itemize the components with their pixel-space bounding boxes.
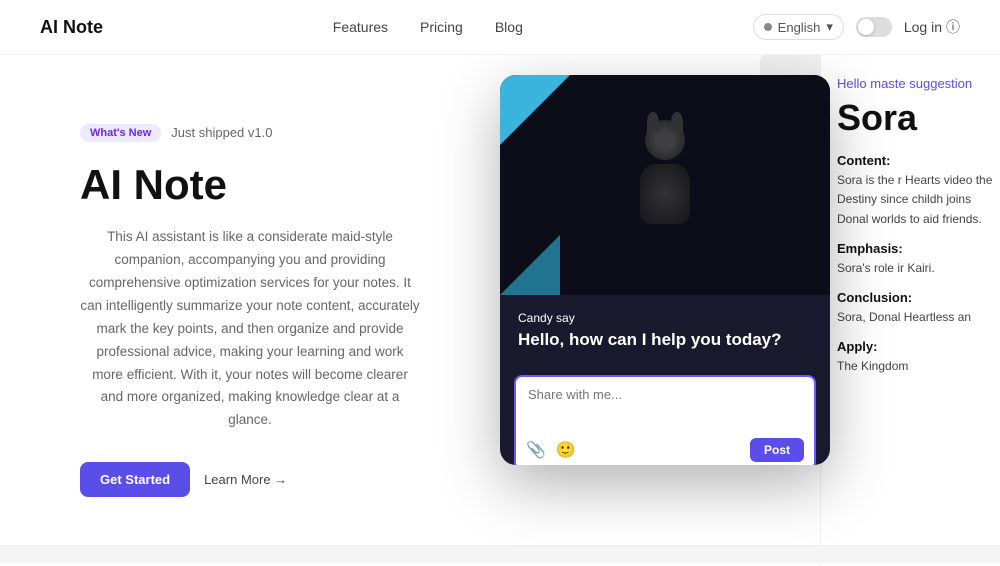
content-text: Sora is the r Hearts video the Destiny s… (837, 171, 1000, 229)
page-title: AI Note (80, 162, 450, 208)
badge-area: What's New Just shipped v1.0 (80, 124, 450, 142)
nav-links: Features Pricing Blog (333, 19, 523, 35)
chevron-down-icon: ▾ (826, 19, 833, 35)
emoji-icon[interactable]: 🙂 (556, 440, 576, 460)
badge-text: Just shipped v1.0 (171, 125, 272, 140)
hero-description: This AI assistant is like a considerate … (80, 226, 420, 432)
login-button[interactable]: Log in ⓘ (904, 17, 960, 37)
chat-input-toolbar: 📎 🙂 Post (516, 432, 814, 465)
apply-text: The Kingdom (837, 357, 1000, 376)
article-hello: Hello maste suggestion (837, 75, 1000, 93)
character-silhouette (625, 120, 705, 250)
badge-tag: What's New (80, 124, 161, 142)
theme-toggle[interactable] (856, 17, 892, 37)
article-content-section: Content: Sora is the r Hearts video the … (837, 153, 1000, 229)
learn-more-button[interactable]: Learn More → (204, 472, 287, 487)
chat-input-icons: 📎 🙂 (526, 440, 576, 460)
chat-widget: Candy say Hello, how can I help you toda… (500, 75, 830, 465)
apply-label: Apply: (837, 339, 1000, 354)
emphasis-label: Emphasis: (837, 241, 1000, 256)
lang-selector[interactable]: English ▾ (753, 14, 844, 40)
article-title: Sora (837, 97, 1000, 139)
get-started-button[interactable]: Get Started (80, 462, 190, 497)
lang-dot (764, 23, 772, 31)
chat-input-area: 📎 🙂 Post (514, 375, 816, 465)
conclusion-text: Sora, Donal Heartless an (837, 308, 1000, 327)
chat-bg (500, 75, 830, 295)
chat-greeting: Hello, how can I help you today? (518, 329, 812, 351)
char-ear-left (647, 112, 659, 132)
corner-triangle-bl (500, 235, 560, 295)
lang-label: English (778, 20, 821, 35)
corner-triangle-tl (500, 75, 570, 145)
chat-input[interactable] (516, 377, 814, 427)
side-article: Hello maste suggestion Sora Content: Sor… (820, 55, 1000, 566)
right-panel: Candy say Hello, how can I help you toda… (500, 55, 1000, 566)
content-label: Content: (837, 153, 1000, 168)
logo: AI Note (40, 17, 103, 38)
content-area: What's New Just shipped v1.0 AI Note Thi… (0, 55, 1000, 566)
chat-sender: Candy say (518, 311, 812, 325)
toggle-knob (858, 19, 874, 35)
nav-pricing[interactable]: Pricing (420, 19, 463, 35)
navbar: AI Note Features Pricing Blog English ▾ … (0, 0, 1000, 55)
post-button[interactable]: Post (750, 438, 804, 462)
char-head (645, 120, 685, 160)
left-panel: What's New Just shipped v1.0 AI Note Thi… (0, 55, 500, 566)
conclusion-label: Conclusion: (837, 290, 1000, 305)
nav-features[interactable]: Features (333, 19, 388, 35)
article-conclusion-section: Conclusion: Sora, Donal Heartless an (837, 290, 1000, 327)
bottom-strip (0, 545, 1000, 563)
attach-icon[interactable]: 📎 (526, 440, 546, 460)
info-icon: ⓘ (946, 17, 960, 37)
char-ear-right (671, 112, 683, 132)
nav-blog[interactable]: Blog (495, 19, 523, 35)
emphasis-text: Sora's role ir Kairi. (837, 259, 1000, 278)
article-apply-section: Apply: The Kingdom (837, 339, 1000, 376)
char-body (640, 164, 690, 224)
article-emphasis-section: Emphasis: Sora's role ir Kairi. (837, 241, 1000, 278)
nav-right: English ▾ Log in ⓘ (753, 14, 960, 40)
cta-buttons: Get Started Learn More → (80, 462, 450, 497)
chat-messages: Candy say Hello, how can I help you toda… (500, 295, 830, 375)
